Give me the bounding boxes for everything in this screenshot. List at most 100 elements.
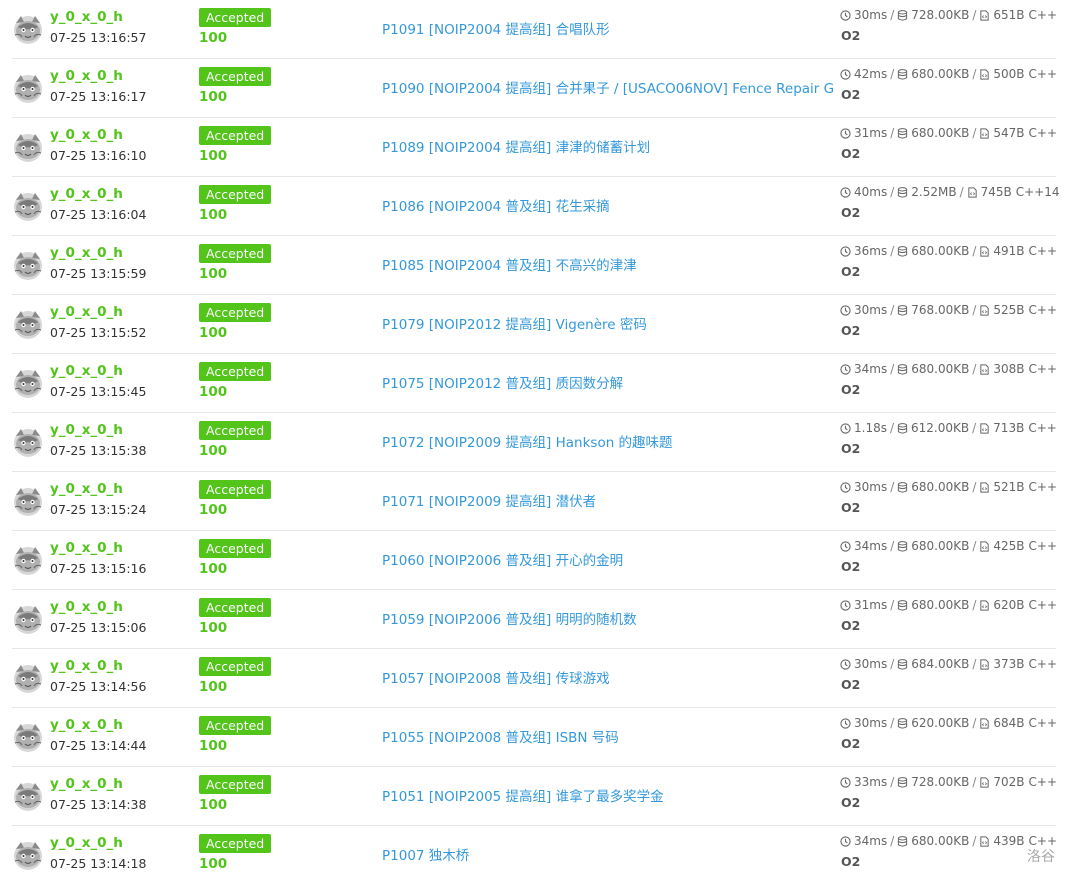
code-size-value: 425B [993,539,1025,553]
submission-row: y_0_x_0_h 07-25 13:15:06 Accepted 100 P1… [12,590,1057,649]
submit-time: 07-25 13:14:56 [50,679,147,694]
username-link[interactable]: y_0_x_0_h [50,68,123,84]
avatar[interactable] [12,721,44,753]
code-size-value: 547B [993,126,1025,140]
avatar[interactable] [12,190,44,222]
submission-row: y_0_x_0_h 07-25 13:16:04 Accepted 100 P1… [12,177,1060,236]
status-badge[interactable]: Accepted [199,8,272,27]
status-badge[interactable]: Accepted [199,185,272,204]
problem-link[interactable]: P1079 [NOIP2012 提高组] Vigenère 密码 [382,313,647,333]
username-link[interactable]: y_0_x_0_h [50,599,123,615]
problem-link[interactable]: P1060 [NOIP2006 普及组] 开心的金明 [382,549,623,569]
score-value: 100 [199,325,228,341]
username-link[interactable]: y_0_x_0_h [50,9,123,25]
avatar[interactable] [12,839,44,871]
status-badge[interactable]: Accepted [199,67,272,86]
submission-stats: 30ms / 728.00KB / 651B C++ [840,8,1057,22]
score-value: 100 [199,856,228,872]
clock-icon [840,127,851,139]
language-value: C++ [1028,421,1057,435]
status-badge[interactable]: Accepted [199,362,272,381]
avatar[interactable] [12,544,44,576]
database-icon [898,127,908,139]
o2-flag: O2 [841,795,861,810]
status-badge[interactable]: Accepted [199,598,272,617]
username-link[interactable]: y_0_x_0_h [50,835,123,851]
avatar[interactable] [12,662,44,694]
username-link[interactable]: y_0_x_0_h [50,127,123,143]
username-link[interactable]: y_0_x_0_h [50,422,123,438]
file-code-icon [980,776,990,788]
status-badge[interactable]: Accepted [199,303,272,322]
o2-flag: O2 [841,146,861,161]
clock-icon [840,481,851,493]
gray-cat-avatar-icon [14,665,42,693]
problem-link[interactable]: P1089 [NOIP2004 提高组] 津津的储蓄计划 [382,136,650,156]
stat-separator: / [890,244,895,258]
avatar[interactable] [12,485,44,517]
problem-link[interactable]: P1075 [NOIP2012 普及组] 质因数分解 [382,372,623,392]
o2-flag: O2 [841,677,861,692]
avatar[interactable] [12,308,44,340]
avatar[interactable] [12,780,44,812]
avatar[interactable] [12,72,44,104]
submit-time: 07-25 13:15:06 [50,620,147,635]
username-link[interactable]: y_0_x_0_h [50,245,123,261]
status-badge[interactable]: Accepted [199,657,272,676]
avatar[interactable] [12,131,44,163]
status-badge[interactable]: Accepted [199,775,272,794]
stat-separator: / [972,775,977,789]
database-icon [898,304,908,316]
stat-separator: / [972,362,977,376]
avatar[interactable] [12,249,44,281]
problem-link[interactable]: P1057 [NOIP2008 普及组] 传球游戏 [382,667,610,687]
code-size-value: 439B [993,834,1025,848]
username-link[interactable]: y_0_x_0_h [50,717,123,733]
database-icon [898,540,908,552]
status-badge[interactable]: Accepted [199,834,272,853]
avatar[interactable] [12,367,44,399]
problem-link[interactable]: P1059 [NOIP2006 普及组] 明明的随机数 [382,608,637,628]
avatar[interactable] [12,426,44,458]
memory-value: 728.00KB [911,8,970,22]
problem-link[interactable]: P1071 [NOIP2009 提高组] 潜伏者 [382,490,596,510]
username-link[interactable]: y_0_x_0_h [50,363,123,379]
username-link[interactable]: y_0_x_0_h [50,304,123,320]
score-value: 100 [199,207,228,223]
problem-link[interactable]: P1055 [NOIP2008 普及组] ISBN 号码 [382,726,619,746]
submission-stats: 34ms / 680.00KB / 308B C++ [840,362,1057,376]
problem-link[interactable]: P1091 [NOIP2004 提高组] 合唱队形 [382,18,610,38]
status-badge[interactable]: Accepted [199,126,272,145]
problem-link[interactable]: P1090 [NOIP2004 提高组] 合并果子 / [USACO06NOV]… [382,77,834,97]
problem-link[interactable]: P1007 独木桥 [382,844,469,864]
language-value: C++ [1028,303,1058,317]
problem-link[interactable]: P1072 [NOIP2009 提高组] Hankson 的趣味题 [382,431,673,451]
username-link[interactable]: y_0_x_0_h [50,186,123,202]
file-code-icon [980,127,990,139]
file-code-icon [980,304,990,316]
problem-link[interactable]: P1051 [NOIP2005 提高组] 谁拿了最多奖学金 [382,785,664,805]
submission-stats: 30ms / 684.00KB / 373B C++ [840,657,1057,671]
avatar[interactable] [12,603,44,635]
status-badge[interactable]: Accepted [199,716,272,735]
problem-link[interactable]: P1085 [NOIP2004 普及组] 不高兴的津津 [382,254,637,274]
submit-time: 07-25 13:14:18 [50,856,147,871]
submit-time: 07-25 13:15:45 [50,384,147,399]
stat-separator: / [972,303,977,317]
file-code-icon [980,422,989,434]
username-link[interactable]: y_0_x_0_h [50,776,123,792]
status-badge[interactable]: Accepted [199,421,272,440]
username-link[interactable]: y_0_x_0_h [50,481,123,497]
problem-link[interactable]: P1086 [NOIP2004 普及组] 花生采摘 [382,195,610,215]
avatar[interactable] [12,13,44,45]
status-badge[interactable]: Accepted [199,244,272,263]
gray-cat-avatar-icon [14,16,42,44]
database-icon [898,658,908,670]
gray-cat-avatar-icon [14,370,42,398]
submission-row: y_0_x_0_h 07-25 13:16:17 Accepted 100 P1… [12,59,1057,118]
status-badge[interactable]: Accepted [199,480,272,499]
username-link[interactable]: y_0_x_0_h [50,540,123,556]
stat-separator: / [972,539,977,553]
status-badge[interactable]: Accepted [199,539,272,558]
username-link[interactable]: y_0_x_0_h [50,658,123,674]
